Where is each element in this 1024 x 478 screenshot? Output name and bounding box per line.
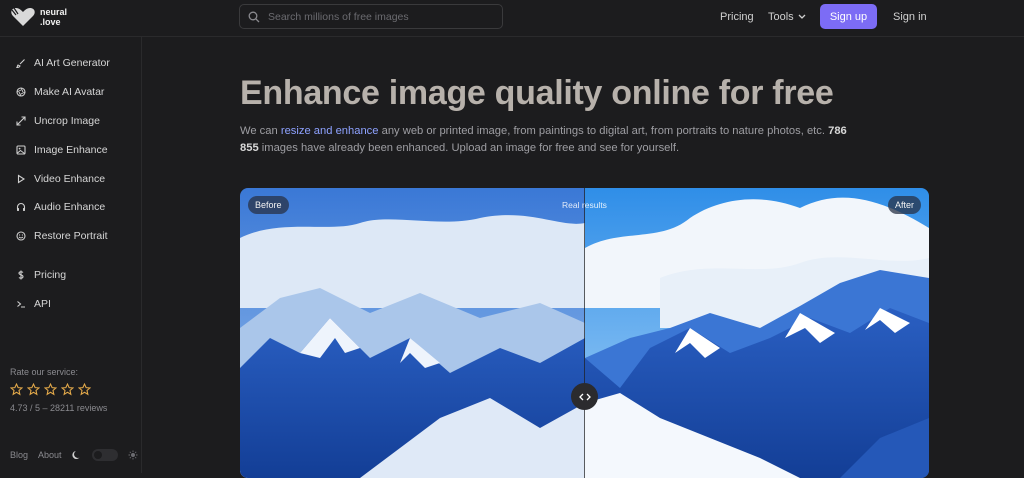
headphones-icon	[16, 202, 26, 211]
sidebar-item-ai-art-generator[interactable]: AI Art Generator	[16, 57, 110, 69]
rate-label: Rate our service:	[10, 367, 79, 377]
sidebar-item-label: Restore Portrait	[34, 230, 108, 242]
top-bar: neural .love Pricing Tools Sign up Sign …	[0, 0, 1024, 37]
signin-link[interactable]: Sign in	[893, 0, 927, 33]
sidebar-item-image-enhance[interactable]: Image Enhance	[16, 144, 108, 156]
logo-line2: .love	[40, 17, 61, 27]
blog-link[interactable]: Blog	[10, 450, 28, 460]
signup-button[interactable]: Sign up	[820, 4, 877, 29]
after-badge: After	[887, 196, 921, 214]
about-link[interactable]: About	[38, 450, 62, 460]
before-after-comparison[interactable]: Before Real results After	[240, 188, 929, 478]
smile-icon	[16, 231, 26, 241]
code-arrows-icon	[578, 393, 591, 400]
brush-icon	[16, 59, 25, 68]
play-icon	[17, 174, 26, 184]
desc-text: We can	[240, 125, 281, 137]
image-icon	[16, 145, 26, 155]
search-icon	[248, 11, 260, 22]
sidebar-item-label: AI Art Generator	[34, 57, 110, 69]
heart-logo-icon	[11, 7, 35, 26]
search-box[interactable]	[239, 4, 503, 29]
nav-tools-dropdown[interactable]: Tools	[768, 0, 806, 33]
terminal-icon	[17, 301, 25, 308]
chevron-down-icon	[798, 14, 806, 19]
sidebar-item-label: Image Enhance	[34, 144, 108, 156]
sidebar: AI Art Generator Make AI Avatar Uncrop I…	[0, 37, 142, 473]
resize-enhance-link[interactable]: resize and enhance	[281, 125, 379, 137]
sidebar-footer: Blog About	[10, 449, 138, 461]
desc-text: images have already been enhanced. Uploa…	[258, 142, 680, 154]
rating-summary: 4.73 / 5 – 28211 reviews	[10, 403, 108, 413]
desc-text: any web or printed image, from paintings…	[378, 125, 829, 137]
sidebar-item-make-ai-avatar[interactable]: Make AI Avatar	[16, 86, 104, 98]
comparison-divider[interactable]	[584, 188, 585, 478]
sidebar-item-audio-enhance[interactable]: Audio Enhance	[16, 201, 105, 213]
sidebar-item-label: Video Enhance	[34, 173, 106, 185]
sidebar-item-label: Audio Enhance	[34, 201, 106, 213]
sidebar-item-pricing[interactable]: Pricing	[16, 269, 66, 281]
star-icon[interactable]	[27, 383, 40, 396]
sidebar-item-label: API	[34, 298, 51, 310]
page-description: We can resize and enhance any web or pri…	[240, 123, 860, 157]
star-icon[interactable]	[78, 383, 91, 396]
sidebar-item-label: Pricing	[34, 269, 67, 281]
rating-stars[interactable]	[10, 383, 91, 396]
sidebar-item-label: Make AI Avatar	[34, 86, 105, 98]
logo[interactable]: neural .love	[10, 6, 67, 28]
sidebar-item-video-enhance[interactable]: Video Enhance	[16, 173, 105, 185]
nav-pricing-label: Pricing	[720, 10, 754, 23]
page-title: Enhance image quality online for free	[240, 74, 834, 112]
sidebar-item-api[interactable]: API	[16, 298, 51, 310]
expand-icon	[16, 116, 26, 126]
logo-line1: neural	[40, 7, 68, 17]
star-icon[interactable]	[10, 383, 23, 396]
nav-tools-label: Tools	[768, 10, 794, 23]
theme-toggle[interactable]	[91, 449, 118, 461]
sidebar-item-label: Uncrop Image	[34, 115, 100, 127]
dollar-icon	[18, 270, 24, 280]
star-icon[interactable]	[44, 383, 57, 396]
aperture-icon	[16, 87, 26, 97]
nav-pricing-link[interactable]: Pricing	[720, 0, 754, 33]
search-input[interactable]	[268, 10, 488, 23]
comparison-caption: Real results	[562, 200, 607, 210]
sidebar-item-restore-portrait[interactable]: Restore Portrait	[16, 230, 108, 242]
slider-handle[interactable]	[571, 383, 598, 410]
sun-icon	[128, 450, 138, 460]
sidebar-item-uncrop-image[interactable]: Uncrop Image	[16, 115, 100, 127]
signin-label: Sign in	[893, 10, 927, 23]
star-icon[interactable]	[61, 383, 74, 396]
moon-icon	[71, 451, 80, 459]
